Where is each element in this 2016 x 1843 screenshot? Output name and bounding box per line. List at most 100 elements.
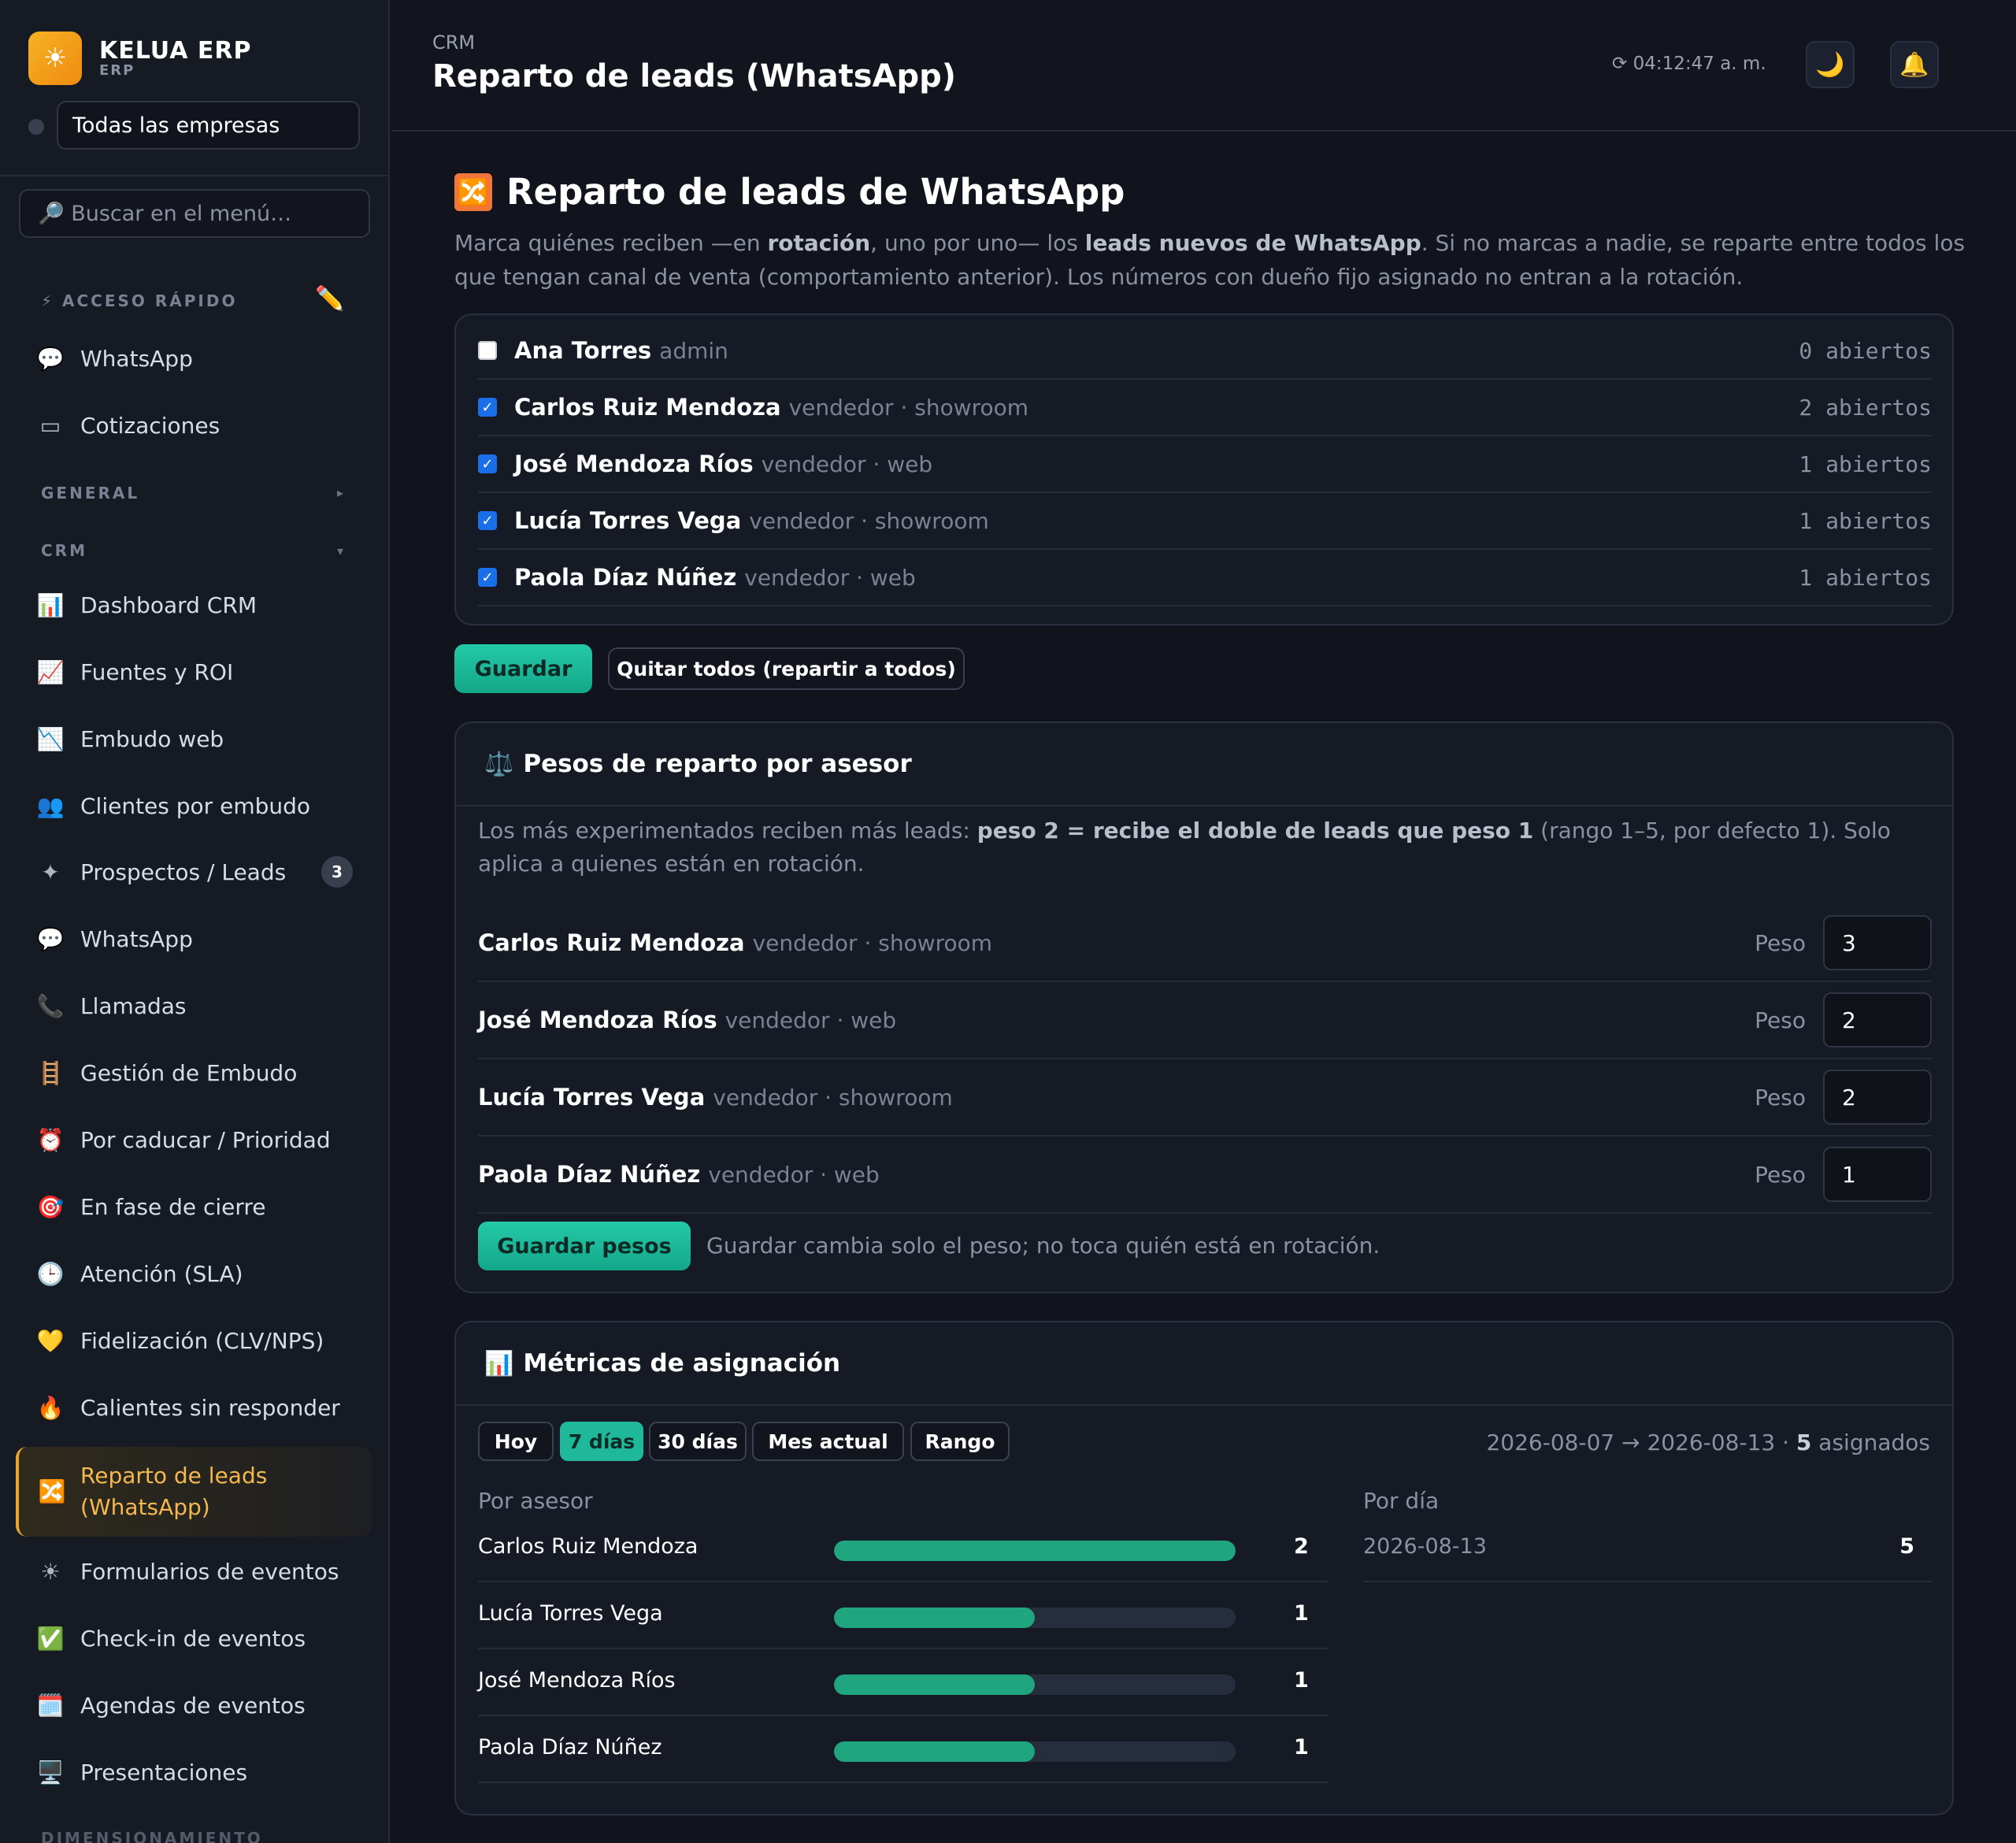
by-advisor-label: Por asesor [478,1488,593,1514]
menu-search-input[interactable]: 🔎 Buscar en el menú… [19,189,370,238]
notifications-bell-icon[interactable]: 🔔 [1890,41,1939,88]
day-assignment-row: 2026-08-13 5 [1363,1515,1932,1582]
range-chip[interactable]: Mes actual [752,1422,904,1461]
sidebar-item[interactable]: 🕒 Atención (SLA) [16,1246,372,1301]
range-chip[interactable]: 7 días [560,1422,643,1461]
advisor-name: Paola Díaz Núñez [478,1735,662,1760]
advisor-name: José Mendoza Ríos [478,1668,676,1693]
rotation-row[interactable]: ✓ Paola Díaz Núñez vendedor · web 1 abierto… [478,550,1932,606]
advisor-role: vendedor · showroom [752,929,993,956]
sidebar-item[interactable]: 🎯 En fase de cierre [16,1179,372,1234]
weight-input[interactable]: 2 [1823,992,1932,1048]
sidebar-item[interactable]: 🖥️ Presentaciones [16,1745,372,1800]
sidebar-item[interactable]: 🪜 Gestión de Embudo [16,1045,372,1100]
range-chip[interactable]: 30 días [649,1422,747,1461]
advisor-name: Lucía Torres Vega [478,1601,663,1626]
weight-label: Peso [1755,1161,1806,1188]
intro-bold: leads nuevos de WhatsApp [1084,230,1421,256]
sidebar-item[interactable]: 📈 Fuentes y ROI [16,644,372,699]
sidebar-item[interactable]: ⏰ Por caducar / Prioridad [16,1112,372,1167]
sidebar-item[interactable]: 📊 Dashboard CRM [16,577,372,632]
rotation-card: Ana Torres admin 0 abiertos ✓ Carlos Ruiz Me… [454,313,1954,625]
sidebar-item-label: Fuentes y ROI [80,658,234,685]
checkbox-checked[interactable]: ✓ [478,568,497,587]
assignment-count: 1 [1294,1668,1309,1693]
save-button[interactable]: Guardar [454,644,592,693]
sidebar-item-label: Prospectos / Leads [80,858,287,885]
sidebar-item[interactable]: 📞 Llamadas [16,978,372,1033]
section-title-text: Reparto de leads de WhatsApp [506,171,1125,213]
range-chip[interactable]: Rango [910,1422,1010,1461]
weights-description: Los más experimentados reciben más leads… [478,814,1943,881]
sidebar-item[interactable]: ✅ Check-in de eventos [16,1611,372,1666]
sidebar-item-label: Reparto de leads (WhatsApp) [80,1463,268,1520]
chevron-down-icon[interactable]: ▾ [337,543,343,558]
sidebar-item[interactable]: 🗓️ Agendas de eventos [16,1678,372,1733]
section-sizing[interactable]: DIMENSIONAMIENTO [41,1829,263,1843]
sidebar-item-label: Cotizaciones [80,412,220,439]
checkbox-checked[interactable]: ✓ [478,398,497,417]
sidebar-item[interactable]: 👥 Clientes por embudo [16,778,372,833]
rotation-row[interactable]: ✓ José Mendoza Ríos vendedor · web 1 abiert… [478,436,1932,493]
sidebar-item[interactable]: 💬 WhatsApp [16,331,372,386]
sidebar-item-label: Atención (SLA) [80,1260,243,1287]
section-general[interactable]: GENERAL [41,484,139,502]
advisor-name: Ana Torres [514,337,652,364]
nav-icon: 💛 [36,1327,65,1354]
range-chip[interactable]: Hoy [478,1422,554,1461]
weight-label: Peso [1755,1007,1806,1033]
clear-all-button[interactable]: Quitar todos (repartir a todos) [608,647,965,690]
edit-pencil-icon[interactable]: ✏️ [315,285,344,313]
section-crm[interactable]: CRM [41,541,87,560]
sidebar-item-label: Embudo web [80,725,224,752]
company-status-dot [28,119,44,135]
advisor-name: José Mendoza Ríos [478,1007,717,1033]
assignment-bar-track [834,1541,1236,1561]
chevron-right-icon[interactable]: ▸ [337,485,343,500]
rotation-row[interactable]: Ana Torres admin 0 abiertos [478,323,1932,380]
sidebar-item-label: Clientes por embudo [80,792,311,819]
sidebar-item[interactable]: ▭ Cotizaciones [16,398,372,453]
assigned-count: 5 [1796,1430,1812,1455]
desc-part: Los más experimentados reciben más leads… [478,818,977,844]
weight-row: José Mendoza Ríos vendedor · web Peso 2 [478,982,1932,1059]
weight-row: Paola Díaz Núñez vendedor · web Peso 1 [478,1137,1932,1214]
sidebar-item-label: Fidelización (CLV/NPS) [80,1327,324,1354]
nav-icon: 💬 [36,345,65,372]
brand-subtitle: ERP [99,62,135,79]
weight-input[interactable]: 3 [1823,915,1932,970]
save-weights-button[interactable]: Guardar pesos [478,1222,691,1270]
sidebar-item[interactable]: ✦ Prospectos / Leads 3 [16,844,372,899]
weight-input[interactable]: 1 [1823,1147,1932,1202]
company-select[interactable]: Todas las empresas [57,101,360,150]
brand[interactable]: ☀ KELUA ERP ERP [28,32,251,85]
sidebar-item-label: Check-in de eventos [80,1625,306,1652]
weight-input[interactable]: 2 [1823,1070,1932,1125]
sidebar-item[interactable]: 🔀 Reparto de leads (WhatsApp) [16,1447,372,1537]
advisor-name: Carlos Ruiz Mendoza [478,929,745,956]
metrics-card-header: 📊 Métricas de asignación [456,1322,1952,1406]
sidebar-item[interactable]: 💛 Fidelización (CLV/NPS) [16,1313,372,1368]
assignment-bar-track [834,1674,1236,1695]
by-day-label: Por día [1363,1488,1440,1514]
theme-toggle-moon-icon[interactable]: 🌙 [1806,41,1855,88]
checkbox-unchecked[interactable] [478,341,497,360]
sidebar-item[interactable]: 🔥 Calientes sin responder [16,1380,372,1435]
rotation-row[interactable]: ✓ Lucía Torres Vega vendedor · showroom 1 a… [478,493,1932,550]
checkbox-checked[interactable]: ✓ [478,454,497,473]
nav-icon: 👥 [36,792,65,819]
nav-icon: ✦ [41,858,60,885]
nav-icon: ☀ [40,1558,61,1585]
advisor-assignment-row: Carlos Ruiz Mendoza 2 [478,1515,1329,1582]
sidebar-item[interactable]: 📉 Embudo web [16,711,372,766]
desc-bold: peso 2 = recibe el doble de leads que pe… [976,818,1534,844]
sidebar-item[interactable]: ☀ Formularios de eventos [16,1544,372,1599]
metrics-title: Métricas de asignación [523,1349,841,1378]
sidebar-item-label: Formularios de eventos [80,1558,339,1585]
assignment-bar-track [834,1741,1236,1762]
checkbox-checked[interactable]: ✓ [478,511,497,530]
scales-icon: ⚖️ [484,750,514,778]
breadcrumb[interactable]: CRM [432,32,475,54]
rotation-row[interactable]: ✓ Carlos Ruiz Mendoza vendedor · showroom 2… [478,380,1932,436]
sidebar-item[interactable]: 💬 WhatsApp [16,911,372,966]
